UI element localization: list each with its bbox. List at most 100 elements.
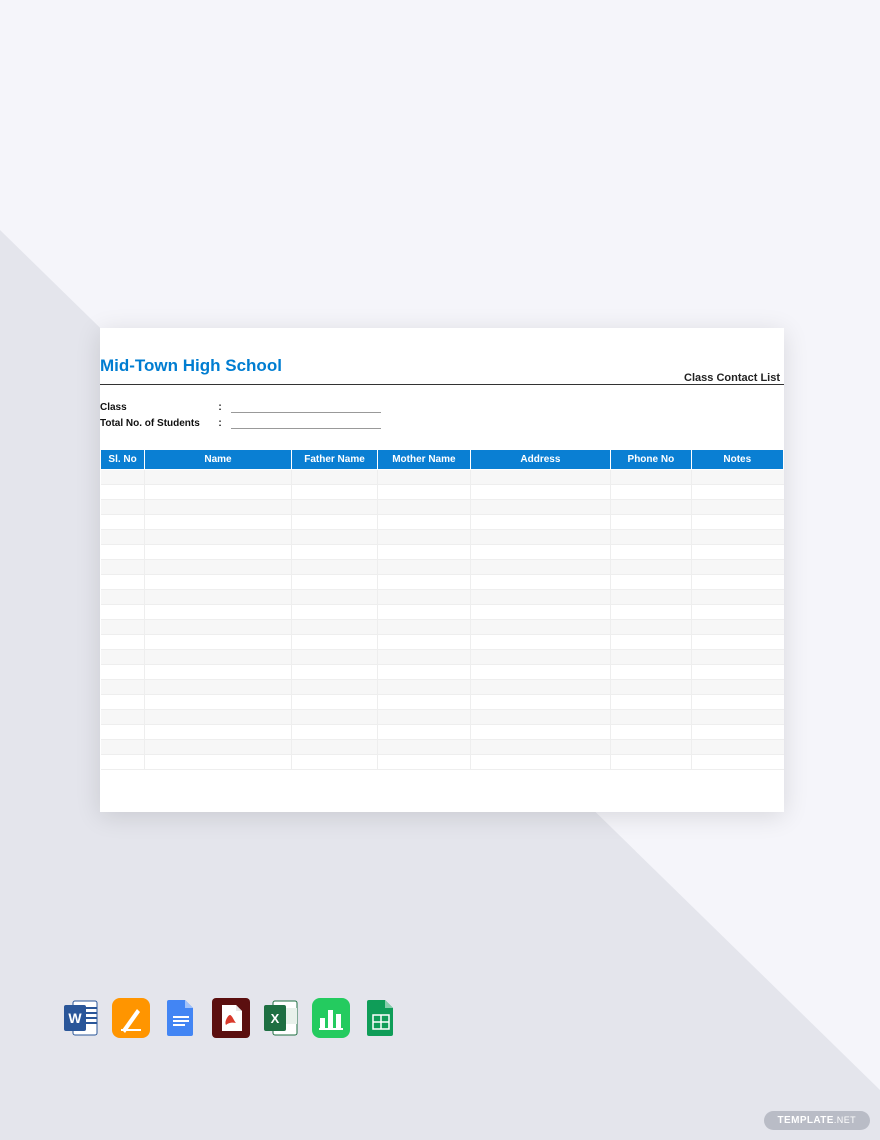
- table-cell[interactable]: [145, 530, 292, 545]
- table-cell[interactable]: [101, 545, 145, 560]
- table-cell[interactable]: [378, 530, 470, 545]
- field-class-input[interactable]: [231, 401, 381, 413]
- table-cell[interactable]: [378, 665, 470, 680]
- table-cell[interactable]: [611, 665, 691, 680]
- table-cell[interactable]: [145, 635, 292, 650]
- table-cell[interactable]: [691, 605, 783, 620]
- table-cell[interactable]: [378, 545, 470, 560]
- table-cell[interactable]: [470, 605, 611, 620]
- table-cell[interactable]: [691, 665, 783, 680]
- field-total-input[interactable]: [231, 417, 381, 429]
- table-cell[interactable]: [101, 665, 145, 680]
- table-cell[interactable]: [691, 620, 783, 635]
- table-cell[interactable]: [470, 680, 611, 695]
- table-cell[interactable]: [291, 665, 377, 680]
- table-cell[interactable]: [691, 710, 783, 725]
- table-cell[interactable]: [291, 590, 377, 605]
- table-cell[interactable]: [611, 620, 691, 635]
- table-cell[interactable]: [611, 470, 691, 485]
- table-cell[interactable]: [145, 755, 292, 770]
- table-cell[interactable]: [101, 680, 145, 695]
- table-cell[interactable]: [611, 575, 691, 590]
- table-cell[interactable]: [291, 470, 377, 485]
- table-cell[interactable]: [378, 590, 470, 605]
- table-cell[interactable]: [470, 620, 611, 635]
- table-cell[interactable]: [291, 755, 377, 770]
- table-cell[interactable]: [101, 620, 145, 635]
- table-cell[interactable]: [378, 650, 470, 665]
- table-cell[interactable]: [291, 695, 377, 710]
- table-cell[interactable]: [470, 725, 611, 740]
- table-cell[interactable]: [145, 620, 292, 635]
- table-cell[interactable]: [101, 530, 145, 545]
- table-cell[interactable]: [611, 725, 691, 740]
- table-cell[interactable]: [145, 665, 292, 680]
- table-cell[interactable]: [470, 530, 611, 545]
- table-cell[interactable]: [611, 710, 691, 725]
- table-cell[interactable]: [291, 725, 377, 740]
- table-cell[interactable]: [378, 500, 470, 515]
- table-cell[interactable]: [145, 470, 292, 485]
- table-cell[interactable]: [101, 635, 145, 650]
- table-cell[interactable]: [291, 710, 377, 725]
- table-cell[interactable]: [291, 740, 377, 755]
- table-cell[interactable]: [378, 740, 470, 755]
- table-cell[interactable]: [378, 485, 470, 500]
- table-cell[interactable]: [611, 740, 691, 755]
- table-cell[interactable]: [691, 575, 783, 590]
- table-cell[interactable]: [611, 515, 691, 530]
- table-cell[interactable]: [470, 665, 611, 680]
- table-cell[interactable]: [611, 680, 691, 695]
- table-cell[interactable]: [691, 530, 783, 545]
- table-cell[interactable]: [611, 500, 691, 515]
- table-cell[interactable]: [691, 515, 783, 530]
- table-cell[interactable]: [291, 620, 377, 635]
- table-cell[interactable]: [291, 515, 377, 530]
- table-cell[interactable]: [101, 725, 145, 740]
- table-cell[interactable]: [470, 635, 611, 650]
- table-cell[interactable]: [470, 710, 611, 725]
- table-cell[interactable]: [691, 470, 783, 485]
- table-cell[interactable]: [611, 605, 691, 620]
- table-cell[interactable]: [101, 560, 145, 575]
- table-cell[interactable]: [470, 650, 611, 665]
- table-cell[interactable]: [145, 560, 292, 575]
- table-cell[interactable]: [611, 545, 691, 560]
- table-cell[interactable]: [378, 515, 470, 530]
- table-cell[interactable]: [611, 755, 691, 770]
- table-cell[interactable]: [691, 560, 783, 575]
- table-cell[interactable]: [291, 560, 377, 575]
- table-cell[interactable]: [145, 710, 292, 725]
- table-cell[interactable]: [378, 605, 470, 620]
- table-cell[interactable]: [101, 575, 145, 590]
- table-cell[interactable]: [691, 695, 783, 710]
- table-cell[interactable]: [691, 635, 783, 650]
- table-cell[interactable]: [691, 545, 783, 560]
- table-cell[interactable]: [291, 605, 377, 620]
- table-cell[interactable]: [291, 485, 377, 500]
- table-cell[interactable]: [470, 485, 611, 500]
- table-cell[interactable]: [145, 575, 292, 590]
- table-cell[interactable]: [101, 515, 145, 530]
- table-cell[interactable]: [145, 650, 292, 665]
- table-cell[interactable]: [470, 515, 611, 530]
- table-cell[interactable]: [101, 470, 145, 485]
- table-cell[interactable]: [378, 620, 470, 635]
- table-cell[interactable]: [145, 500, 292, 515]
- table-cell[interactable]: [378, 635, 470, 650]
- table-cell[interactable]: [145, 680, 292, 695]
- table-cell[interactable]: [378, 710, 470, 725]
- table-cell[interactable]: [145, 605, 292, 620]
- table-cell[interactable]: [291, 635, 377, 650]
- table-cell[interactable]: [145, 485, 292, 500]
- table-cell[interactable]: [611, 650, 691, 665]
- table-cell[interactable]: [291, 650, 377, 665]
- table-cell[interactable]: [101, 695, 145, 710]
- table-cell[interactable]: [291, 680, 377, 695]
- table-cell[interactable]: [145, 695, 292, 710]
- table-cell[interactable]: [291, 575, 377, 590]
- table-cell[interactable]: [470, 755, 611, 770]
- table-cell[interactable]: [145, 725, 292, 740]
- table-cell[interactable]: [378, 560, 470, 575]
- table-cell[interactable]: [101, 650, 145, 665]
